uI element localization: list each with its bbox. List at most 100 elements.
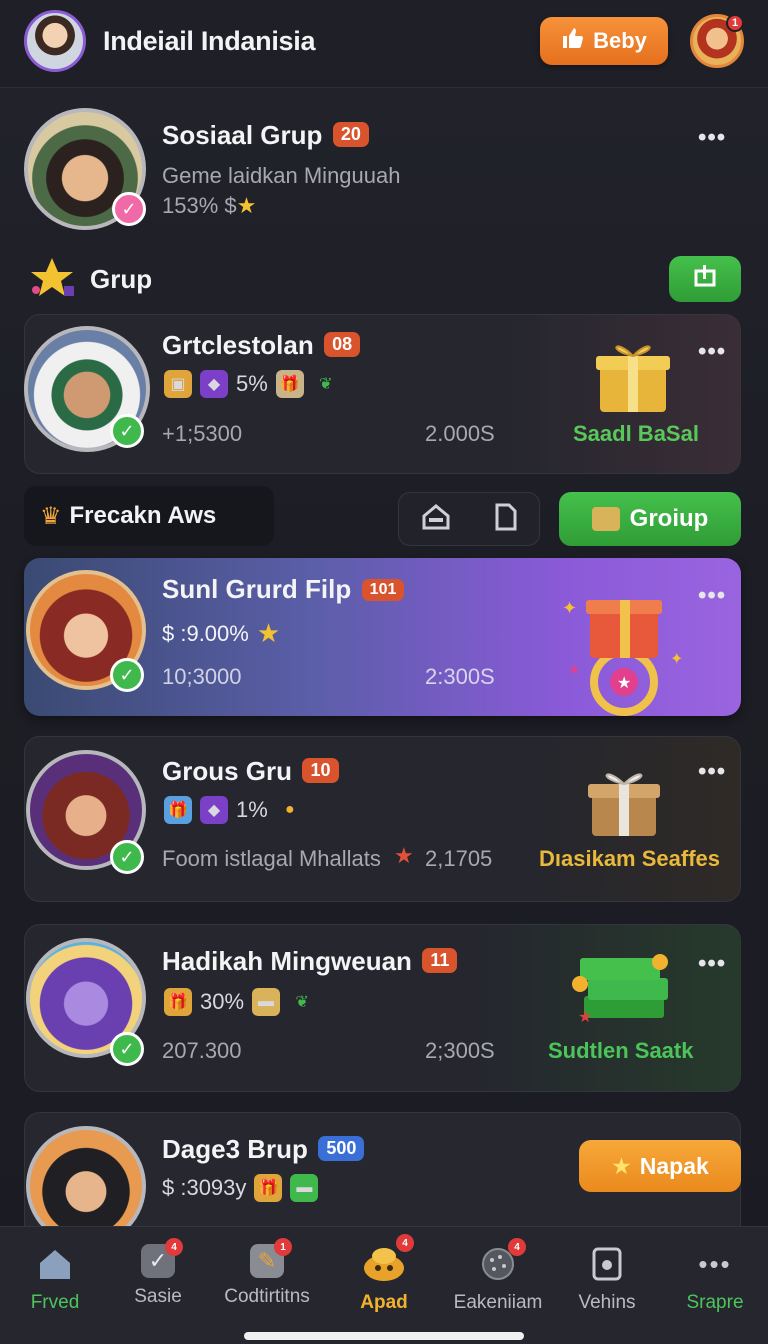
home-indicator bbox=[244, 1332, 524, 1340]
gift-ring-icon: ★ ✦ ✦ ★ bbox=[560, 584, 690, 716]
nav-item-home[interactable]: Frved bbox=[0, 1244, 110, 1314]
nav-label-codtirtitns: Codtirtitns bbox=[224, 1286, 310, 1307]
chest-icon: ▬ bbox=[252, 988, 281, 1016]
home-icon bbox=[35, 1244, 75, 1284]
nav-item-eakeniiam[interactable]: 4 Eakeniiam bbox=[443, 1238, 553, 1314]
nav-badge: 4 bbox=[396, 1234, 414, 1252]
card-badge: 101 bbox=[361, 579, 405, 601]
card-left-stat: 10;3000 bbox=[162, 664, 242, 689]
crown-icon: ♛ bbox=[40, 502, 62, 530]
gift-icon: 🎁 bbox=[275, 370, 304, 398]
gift-box-icon bbox=[588, 764, 660, 840]
nav-item-codtirtitns[interactable]: ✎ 1 Codtirtitns bbox=[212, 1238, 322, 1308]
group-heading: Sosiaal Grup 20 bbox=[162, 120, 369, 151]
card-stat: 2,1705 bbox=[425, 846, 493, 871]
group-name: Sosiaal Grup bbox=[162, 120, 323, 150]
gift-box-icon bbox=[596, 338, 670, 416]
card-badge: 10 bbox=[302, 758, 339, 783]
card-right-stat: 2:300S bbox=[425, 664, 495, 689]
nav-badge: 4 bbox=[508, 1238, 526, 1256]
card-percent: 30% bbox=[200, 989, 245, 1014]
card-amount: $ :9.00% bbox=[162, 620, 249, 646]
card-amount-row: $ :3093y 🎁 ▬ bbox=[162, 1174, 319, 1202]
leaf-icon: ❦ bbox=[295, 994, 309, 1011]
coin-pot-icon: 4 bbox=[362, 1234, 414, 1284]
card-name: Grtclestolan bbox=[162, 330, 314, 360]
home-icon[interactable] bbox=[421, 502, 451, 537]
more-options-icon[interactable]: ••• bbox=[698, 124, 726, 152]
card-promo-label: Saadl BaSal bbox=[573, 421, 699, 446]
potion-icon: ◆ bbox=[200, 796, 228, 824]
card-percent: 1% bbox=[236, 797, 268, 822]
nav-item-apad[interactable]: 4 Apad bbox=[329, 1234, 439, 1314]
gift-icon: 🎁 bbox=[164, 796, 192, 824]
globe-icon: 4 bbox=[478, 1238, 526, 1284]
card-name: Grous Gru bbox=[162, 756, 293, 786]
group-stat-value: 153% $ bbox=[162, 193, 237, 218]
edit-icon: ✎ 1 bbox=[250, 1238, 292, 1278]
group-button-label: Groiup bbox=[629, 505, 709, 532]
card-heading: Grous Gru 10 bbox=[162, 756, 339, 787]
notification-badge: 1 bbox=[726, 14, 744, 32]
card-description: Foom istlagal Mhallats bbox=[162, 846, 381, 871]
check-icon: ✓ bbox=[110, 414, 144, 448]
napak-button[interactable]: ★ Napak bbox=[579, 1140, 741, 1192]
star-icon: ★ bbox=[611, 1152, 632, 1179]
card-promo-label: Sudtlen Saatk bbox=[548, 1038, 694, 1063]
group-button[interactable]: Groiup bbox=[559, 492, 741, 546]
card-right-stat: 2;300S bbox=[425, 1038, 495, 1063]
card-icons-row: 🎁 30% ▬ ❦ bbox=[164, 988, 316, 1016]
add-icon bbox=[692, 263, 718, 295]
nav-label-vehins: Vehins bbox=[578, 1292, 636, 1313]
nav-item-sasie[interactable]: ✓ 4 Sasie bbox=[103, 1238, 213, 1308]
nav-label-sasie: Sasie bbox=[134, 1286, 182, 1307]
app-title: Indeiail Indanisia bbox=[103, 26, 316, 56]
card-left-stat: 207.300 bbox=[162, 1038, 242, 1063]
svg-text:★: ★ bbox=[617, 675, 631, 692]
view-toggle[interactable] bbox=[398, 492, 540, 546]
add-group-button[interactable] bbox=[669, 256, 741, 302]
more-options-icon[interactable]: ••• bbox=[698, 338, 726, 366]
card-badge: 11 bbox=[422, 948, 458, 973]
card-heading: Sunl Grurd Filp 101 bbox=[162, 574, 405, 605]
svg-text:★: ★ bbox=[568, 661, 581, 677]
svg-text:★: ★ bbox=[578, 1009, 592, 1026]
document-icon[interactable] bbox=[494, 502, 518, 537]
card-promo-label: Dıasikam Seaffes bbox=[539, 846, 720, 871]
nav-badge: 1 bbox=[274, 1238, 292, 1256]
document-icon bbox=[587, 1244, 627, 1284]
more-options-icon[interactable]: ••• bbox=[698, 950, 726, 978]
more-options-icon[interactable]: ••• bbox=[698, 582, 726, 610]
like-button[interactable]: Beby bbox=[540, 17, 668, 65]
like-button-label: Beby bbox=[593, 28, 647, 53]
thumbs-up-icon bbox=[561, 26, 585, 56]
cash-stack-icon: ★ bbox=[570, 944, 674, 1028]
nav-label-home: Frved bbox=[30, 1292, 80, 1313]
user-avatar[interactable] bbox=[24, 10, 86, 72]
card-name: Dage3 Brup bbox=[162, 1134, 308, 1164]
card-name: Hadikah Mingweuan bbox=[162, 946, 412, 976]
svg-text:✦: ✦ bbox=[562, 598, 577, 618]
section-title: Grup bbox=[90, 264, 153, 294]
card-name: Sunl Grurd Filp bbox=[162, 574, 352, 604]
gift-icon: 🎁 bbox=[254, 1174, 283, 1202]
card-heading: Dage3 Brup 500 bbox=[162, 1134, 365, 1165]
coin-icon: ● bbox=[284, 801, 295, 818]
star-icon: ★ bbox=[236, 193, 257, 218]
star-icon: ★ bbox=[256, 618, 281, 648]
picture-icon: ▣ bbox=[164, 370, 192, 398]
filter-label: Frecakn Aws bbox=[69, 502, 217, 529]
check-icon: ✓ bbox=[112, 192, 146, 226]
filter-chip[interactable]: ♛ Frecakn Aws bbox=[24, 486, 274, 546]
card-icons-row: ▣ ◆ 5% 🎁 ❦ bbox=[164, 370, 340, 398]
nav-badge: 4 bbox=[165, 1238, 183, 1256]
napak-button-label: Napak bbox=[639, 1152, 709, 1179]
check-icon: ✓ bbox=[110, 658, 144, 692]
stars-icon bbox=[28, 256, 78, 300]
nav-item-vehins[interactable]: Vehins bbox=[552, 1244, 662, 1314]
more-options-icon[interactable]: ••• bbox=[698, 758, 726, 786]
card-amount-row: $ :9.00% ★ bbox=[162, 618, 280, 649]
map-icon bbox=[591, 507, 620, 531]
nav-label-apad: Apad bbox=[360, 1292, 408, 1313]
nav-item-more[interactable]: ••• Srapre bbox=[660, 1244, 768, 1314]
